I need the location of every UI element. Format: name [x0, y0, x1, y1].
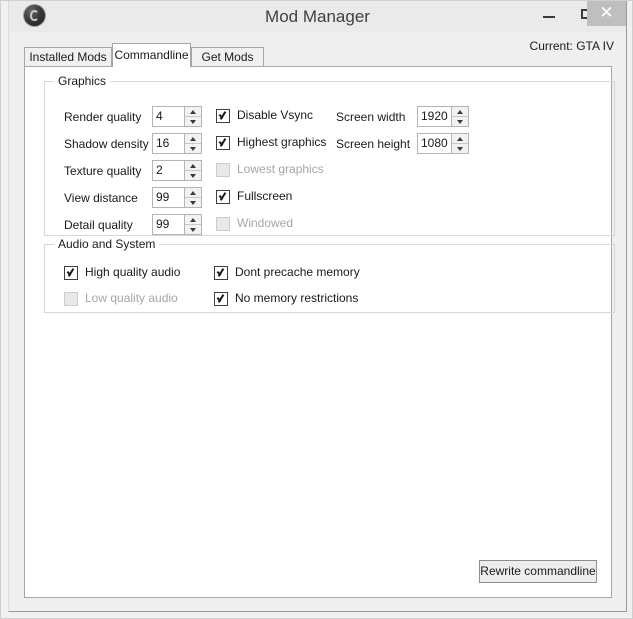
spinner-texture-quality[interactable]: 2: [152, 160, 202, 181]
spinner-up-icon[interactable]: [185, 107, 201, 117]
checkbox-box: [216, 136, 230, 150]
checkbox-box: [64, 266, 78, 280]
window-inner: Mod Manager ✕ Current: GTA IV Installed …: [8, 1, 627, 612]
checkbox-box: [214, 266, 228, 280]
tab-strip: Installed Mods Commandline Get Mods: [24, 43, 612, 67]
checkbox-label: Dont precache memory: [235, 265, 360, 279]
label-shadow-density: Shadow density: [64, 137, 149, 151]
spinner-screen-height[interactable]: 1080: [417, 133, 469, 154]
spinner-up-icon[interactable]: [185, 134, 201, 144]
spinner-up-icon[interactable]: [452, 107, 468, 117]
label-screen-height: Screen height: [336, 137, 411, 151]
spinner-screen-height-buttons: [451, 134, 468, 153]
spinner-shadow-density-value: 16: [156, 136, 170, 150]
checkbox-box: [216, 163, 230, 177]
label-detail-quality: Detail quality: [64, 218, 133, 232]
check-icon: [67, 266, 76, 276]
minimize-icon: [543, 16, 555, 18]
label-view-distance: View distance: [64, 191, 138, 205]
spinner-shadow-density-buttons: [184, 134, 201, 153]
spinner-up-icon[interactable]: [452, 134, 468, 144]
title-bar[interactable]: Mod Manager ✕: [9, 1, 626, 32]
checkbox-box: [216, 109, 230, 123]
spinner-screen-width[interactable]: 1920: [417, 106, 469, 127]
spinner-screen-height-value: 1080: [421, 136, 448, 150]
spinner-screen-width-buttons: [451, 107, 468, 126]
spinner-view-distance-buttons: [184, 188, 201, 207]
spinner-shadow-density[interactable]: 16: [152, 133, 202, 154]
spinner-view-distance-value: 99: [156, 190, 170, 204]
checkbox-label: Disable Vsync: [237, 108, 314, 122]
spinner-up-icon[interactable]: [185, 161, 201, 171]
spinner-down-icon[interactable]: [185, 198, 201, 207]
check-icon: [217, 292, 226, 302]
checkbox-label: Lowest graphics: [237, 162, 324, 176]
minimize-button[interactable]: [530, 1, 568, 26]
spinner-detail-quality-value: 99: [156, 217, 170, 231]
check-icon: [217, 266, 226, 276]
spinner-view-distance[interactable]: 99: [152, 187, 202, 208]
spinner-down-icon[interactable]: [185, 225, 201, 234]
spinner-down-icon[interactable]: [185, 171, 201, 180]
checkbox-box: [64, 292, 78, 306]
checkbox-box: [216, 190, 230, 204]
label-screen-width: Screen width: [336, 110, 406, 124]
commandline-tab-panel: Graphics Render quality Shadow density T…: [24, 66, 615, 598]
tab-get-mods[interactable]: Get Mods: [191, 47, 264, 66]
audio-system-group: Audio and System High quality audio Low …: [44, 237, 615, 313]
spinner-down-icon[interactable]: [452, 144, 468, 153]
check-icon: [219, 136, 228, 146]
audio-system-group-title: Audio and System: [54, 237, 160, 251]
spinner-up-icon[interactable]: [185, 215, 201, 225]
spinner-detail-quality[interactable]: 99: [152, 214, 202, 235]
spinner-texture-quality-buttons: [184, 161, 201, 180]
checkbox-label: Low quality audio: [85, 291, 178, 305]
rewrite-commandline-button[interactable]: Rewrite commandline: [479, 560, 597, 583]
app-window: Mod Manager ✕ Current: GTA IV Installed …: [0, 0, 633, 619]
check-icon: [219, 109, 228, 119]
checkbox-label: Highest graphics: [237, 135, 327, 149]
checkbox-label: No memory restrictions: [235, 291, 359, 305]
tab-commandline[interactable]: Commandline: [112, 43, 191, 67]
spinner-down-icon[interactable]: [452, 117, 468, 126]
graphics-group-title: Graphics: [54, 74, 111, 88]
checkbox-label: High quality audio: [85, 265, 181, 279]
checkbox-box: [216, 217, 230, 231]
checkbox-label: Windowed: [237, 216, 294, 230]
spinner-detail-quality-buttons: [184, 215, 201, 234]
close-button[interactable]: ✕: [587, 1, 626, 26]
spinner-screen-width-value: 1920: [421, 109, 448, 123]
label-texture-quality: Texture quality: [64, 164, 142, 178]
spinner-down-icon[interactable]: [185, 117, 201, 126]
graphics-group: Graphics Render quality Shadow density T…: [44, 74, 615, 236]
label-render-quality: Render quality: [64, 110, 142, 124]
checkbox-box: [214, 292, 228, 306]
checkbox-label: Fullscreen: [237, 189, 293, 203]
check-icon: [219, 190, 228, 200]
tab-installed-mods[interactable]: Installed Mods: [24, 47, 112, 66]
spinner-down-icon[interactable]: [185, 144, 201, 153]
close-icon: ✕: [599, 3, 614, 22]
spinner-render-quality-buttons: [184, 107, 201, 126]
spinner-render-quality-value: 4: [156, 109, 163, 123]
spinner-up-icon[interactable]: [185, 188, 201, 198]
spinner-render-quality[interactable]: 4: [152, 106, 202, 127]
spinner-texture-quality-value: 2: [156, 163, 163, 177]
